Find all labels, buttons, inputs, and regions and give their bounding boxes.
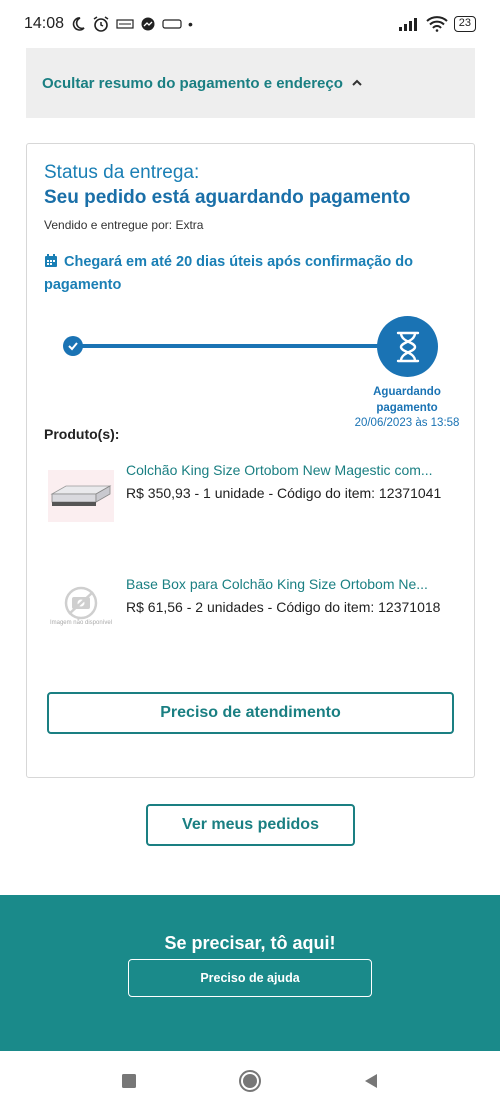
clock: 14:08: [24, 15, 65, 32]
alarm-icon: [93, 16, 109, 32]
need-support-button[interactable]: Preciso de atendimento: [47, 692, 454, 734]
system-nav-bar: [0, 1051, 500, 1111]
current-step-label: Aguardando pagamento: [373, 386, 441, 414]
more-dot-icon: •: [188, 16, 193, 32]
product-info: R$ 350,93 - 1 unidade - Código do item: …: [126, 485, 442, 501]
back-icon[interactable]: [362, 1072, 380, 1090]
hourglass-icon: [396, 331, 419, 362]
delivery-status-card: Status da entrega: Seu pedido está aguar…: [26, 143, 475, 778]
check-icon: [68, 342, 78, 351]
chevron-up-icon: [352, 79, 362, 86]
product-name[interactable]: Colchão King Size Ortobom New Magestic c…: [126, 462, 456, 478]
system-icons: 23: [398, 16, 476, 32]
messenger-icon: [141, 17, 155, 31]
product-info: R$ 61,56 - 2 unidades - Código do item: …: [126, 599, 441, 615]
moon-icon: [72, 17, 85, 31]
no-image-icon: [64, 586, 98, 620]
battery-icon: 23: [453, 16, 476, 32]
app-notification-icon: [116, 19, 134, 29]
help-footer: Se precisar, tô aqui! Preciso de ajuda: [0, 895, 500, 1051]
mattress-image: [48, 470, 114, 522]
delivery-eta-text: Chegará em até 20 dias úteis após confir…: [44, 254, 413, 293]
products-title: Produto(s):: [44, 426, 120, 442]
ifood-icon: [162, 19, 182, 29]
wifi-icon: [426, 16, 448, 32]
summary-toggle-label: Ocultar resumo do pagamento e endereço: [42, 74, 343, 92]
signal-icon: [398, 18, 417, 31]
image-unavailable-text: Imagem não disponível: [49, 620, 113, 626]
notification-icons: •: [70, 15, 193, 33]
step-current-marker: [377, 316, 438, 377]
need-help-button[interactable]: Preciso de ajuda: [128, 959, 372, 997]
delivery-eta: Chegará em até 20 dias úteis após confir…: [44, 251, 444, 297]
step-done-marker: [63, 336, 83, 356]
status-bar: 14:08 • 23: [0, 0, 500, 48]
product-name[interactable]: Base Box para Colchão King Size Ortobom …: [126, 576, 456, 592]
product-item[interactable]: Imagem não disponível Base Box para Colc…: [44, 576, 459, 656]
recent-apps-icon[interactable]: [120, 1072, 138, 1090]
home-icon[interactable]: [238, 1069, 262, 1093]
payment-summary-toggle[interactable]: Ocultar resumo do pagamento e endereço: [26, 48, 475, 118]
status-title: Seu pedido está aguardando pagamento: [44, 187, 411, 208]
calendar-icon: [45, 254, 57, 267]
product-item[interactable]: Colchão King Size Ortobom New Magestic c…: [44, 462, 459, 542]
status-label: Status da entrega:: [44, 162, 200, 183]
progress-track: [74, 344, 404, 348]
seller-info: Vendido e entregue por: Extra: [44, 218, 204, 232]
image-unavailable-placeholder: Imagem não disponível: [48, 584, 114, 636]
footer-title: Se precisar, tô aqui!: [164, 933, 336, 953]
my-orders-button[interactable]: Ver meus pedidos: [146, 804, 355, 846]
current-step-date: 20/06/2023 às 13:58: [354, 417, 460, 429]
